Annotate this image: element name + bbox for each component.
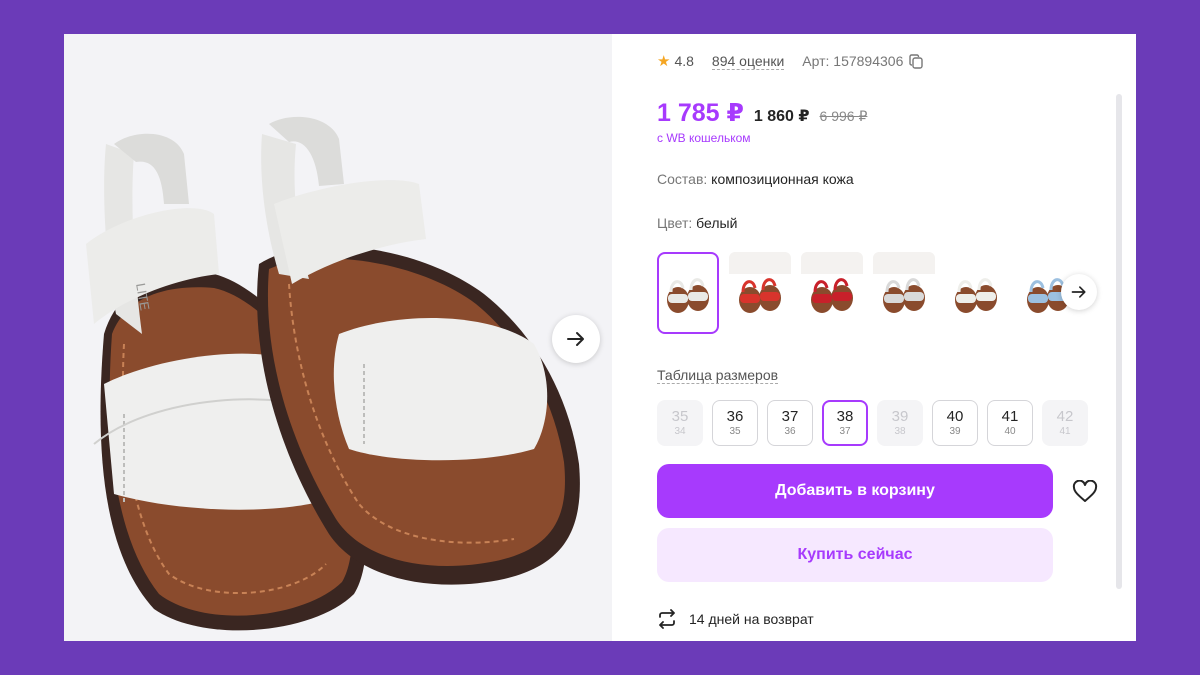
article-number: Арт: 157894306 xyxy=(802,53,904,69)
size-selector: 35 34 36 35 37 36 38 37 39 38 40 39 41 40 42 41 xyxy=(657,400,1088,446)
size-option-38[interactable]: 38 37 xyxy=(822,400,868,446)
color-value: белый xyxy=(696,215,738,231)
product-photo[interactable]: LITE xyxy=(64,34,612,641)
size-option-39: 39 38 xyxy=(877,400,923,446)
arrow-right-icon xyxy=(567,332,584,346)
color-variant-white-brown[interactable] xyxy=(945,252,1007,334)
size-eu: 35 xyxy=(729,425,741,437)
add-to-cart-button[interactable]: Добавить в корзину xyxy=(657,464,1053,518)
returns-text: 14 дней на возврат xyxy=(689,611,814,627)
thumb-header xyxy=(873,252,935,274)
color-info: Цвет: белый xyxy=(657,215,737,231)
color-variant-light-grey[interactable] xyxy=(873,252,935,334)
product-card: LITE ★ 4.8 894 оценки Арт: 157894306 1 7… xyxy=(64,34,1136,641)
rating-value: 4.8 xyxy=(674,53,694,69)
sandal-thumb-icon xyxy=(667,278,709,313)
size-ru: 39 xyxy=(891,407,909,425)
color-variant-white[interactable] xyxy=(657,252,719,334)
composition-value: композиционная кожа xyxy=(711,171,854,187)
color-variant-red-dark[interactable] xyxy=(801,252,863,334)
size-ru: 41 xyxy=(1001,407,1019,425)
reviews-link[interactable]: 894 оценки xyxy=(711,53,785,70)
size-option-36[interactable]: 36 35 xyxy=(712,400,758,446)
sandals-image: LITE xyxy=(86,116,580,631)
sandal-thumb-icon xyxy=(883,278,925,313)
size-eu: 40 xyxy=(1004,425,1016,437)
scrollbar[interactable] xyxy=(1116,94,1122,589)
size-ru: 40 xyxy=(946,407,964,425)
size-option-41[interactable]: 41 40 xyxy=(987,400,1033,446)
composition: Состав: композиционная кожа xyxy=(657,171,854,187)
price-current: 1 785 ₽ xyxy=(657,99,744,127)
size-option-35: 35 34 xyxy=(657,400,703,446)
sandal-thumb-icon xyxy=(955,278,997,313)
size-eu: 36 xyxy=(784,425,796,437)
wallet-note: с WB кошельком xyxy=(657,131,751,145)
sandal-thumb-icon xyxy=(811,278,853,313)
size-eu: 34 xyxy=(674,425,686,437)
thumb-header xyxy=(801,252,863,274)
size-ru: 38 xyxy=(836,407,854,425)
price-regular: 1 860 ₽ xyxy=(753,108,810,125)
size-eu: 41 xyxy=(1059,425,1071,437)
size-ru: 42 xyxy=(1056,407,1074,425)
size-eu: 38 xyxy=(894,425,906,437)
return-arrows-icon xyxy=(659,609,675,629)
color-label: Цвет: xyxy=(657,215,693,231)
size-table-link[interactable]: Таблица размеров xyxy=(657,367,779,384)
size-ru: 35 xyxy=(671,407,689,425)
product-meta: ★ 4.8 894 оценки Арт: 157894306 xyxy=(657,52,924,70)
color-variant-red[interactable] xyxy=(729,252,791,334)
size-ru: 36 xyxy=(726,407,744,425)
favorite-button[interactable] xyxy=(1071,478,1099,506)
product-info: ★ 4.8 894 оценки Арт: 157894306 1 785 ₽ … xyxy=(657,34,1127,641)
copy-icon[interactable] xyxy=(909,53,924,69)
heart-icon xyxy=(1072,480,1098,502)
buy-now-button[interactable]: Купить сейчас xyxy=(657,528,1053,582)
color-variants xyxy=(657,252,1079,334)
size-ru: 37 xyxy=(781,407,799,425)
composition-label: Состав: xyxy=(657,171,708,187)
star-icon: ★ xyxy=(657,53,671,70)
size-option-42: 42 41 xyxy=(1042,400,1088,446)
sandal-thumb-icon xyxy=(739,278,781,313)
next-variants-button[interactable] xyxy=(1061,274,1097,310)
next-photo-button[interactable] xyxy=(552,315,600,363)
thumb-header xyxy=(729,252,791,274)
size-eu: 37 xyxy=(839,425,851,437)
price-old: 6 996 ₽ xyxy=(819,108,868,124)
price-row: 1 785 ₽ 1 860 ₽ 6 996 ₽ xyxy=(657,98,867,128)
arrow-right-icon xyxy=(1071,286,1086,298)
size-option-37[interactable]: 37 36 xyxy=(767,400,813,446)
size-option-40[interactable]: 40 39 xyxy=(932,400,978,446)
returns-info: 14 дней на возврат xyxy=(657,609,814,629)
size-eu: 39 xyxy=(949,425,961,437)
